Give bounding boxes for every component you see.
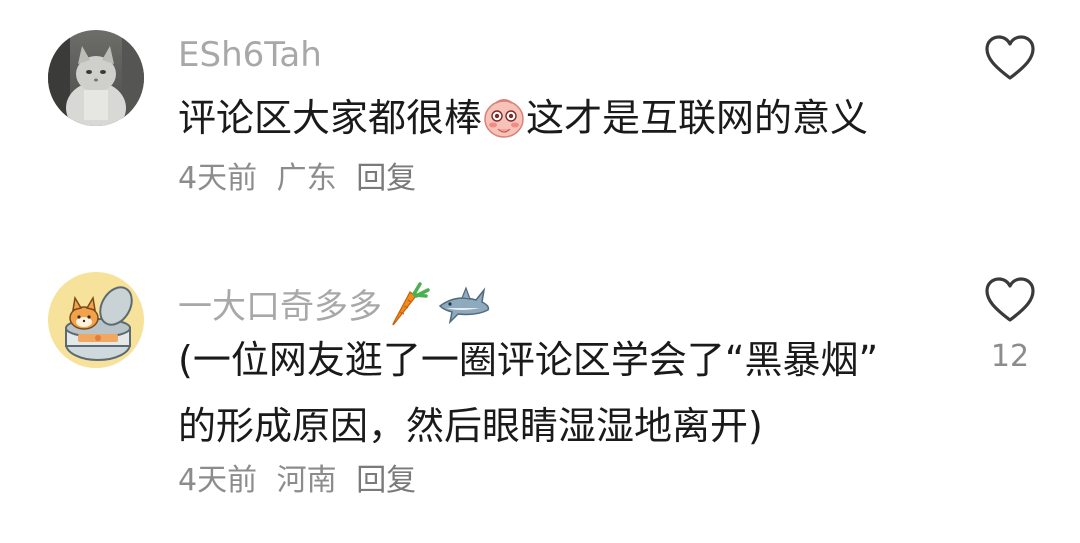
comment-meta: 4天前 广东 回复 [178, 164, 426, 194]
carrot-emoji-icon [392, 282, 430, 326]
comment-location: 广东 [276, 161, 337, 196]
comment-text-line: (一位网友逛了一圈评论区学会了“黑暴烟” [178, 338, 879, 382]
cat-photo-avatar-icon [48, 30, 144, 126]
cartoon-fox-can-avatar-icon [48, 272, 144, 368]
comment-item: 一大口奇多多 (一位网友逛了一圈评论区学会了“黑暴烟” 的形成原因，然后眼睛湿湿… [0, 250, 1080, 543]
blushing-face-emoji-icon [484, 99, 524, 138]
reply-button[interactable]: 回复 [356, 161, 416, 196]
comment-text-part: 这才是互联网的意义 [526, 96, 869, 140]
comment-text: 评论区大家都很棒 这才是互联网的意义 [178, 85, 868, 151]
heart-icon[interactable] [984, 276, 1036, 324]
username[interactable]: 一大口奇多多 [178, 282, 492, 328]
reply-button[interactable]: 回复 [356, 463, 416, 498]
comment-location: 河南 [276, 463, 337, 498]
username-text: 一大口奇多多 [178, 287, 382, 327]
comment-meta: 4天前 河南 回复 [178, 466, 426, 496]
username[interactable]: ESh6Tah [178, 38, 322, 72]
comment-item: ESh6Tah 评论区大家都很棒 这才是互联网的意义 4天前 广东 回复 [0, 0, 1080, 230]
comment-text-line: 的形成原因，然后眼睛湿湿地离开) [178, 404, 763, 448]
avatar[interactable] [48, 30, 144, 126]
comment-time: 4天前 [178, 463, 258, 498]
comment-text-part: 评论区大家都很棒 [178, 96, 483, 140]
like-count: 12 [990, 339, 1030, 374]
avatar[interactable] [48, 272, 144, 368]
heart-icon[interactable] [984, 34, 1036, 82]
comment-time: 4天前 [178, 161, 258, 196]
shark-emoji-icon [438, 286, 490, 325]
comment-text: (一位网友逛了一圈评论区学会了“黑暴烟” 的形成原因，然后眼睛湿湿地离开) [178, 327, 878, 459]
